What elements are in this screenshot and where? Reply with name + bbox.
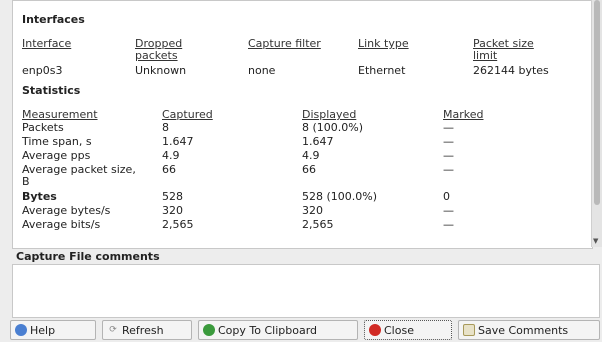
stat-marked: — bbox=[443, 218, 454, 231]
close-button-label: Close bbox=[384, 323, 414, 337]
copy-icon bbox=[203, 324, 215, 336]
copy-to-clipboard-button[interactable]: Copy To Clipboard bbox=[198, 320, 358, 340]
stat-displayed: 2,565 bbox=[302, 218, 334, 231]
stat-measurement: Packets bbox=[22, 121, 64, 134]
stat-measurement: Bytes bbox=[22, 190, 57, 203]
col-measurement: Measurement bbox=[22, 108, 98, 121]
statistics-heading: Statistics bbox=[22, 84, 81, 97]
stat-displayed: 8 (100.0%) bbox=[302, 121, 364, 134]
col-link-type: Link type bbox=[358, 37, 409, 50]
vertical-scrollbar[interactable]: ▼ bbox=[591, 0, 602, 247]
stat-measurement: Time span, s bbox=[22, 135, 92, 148]
capture-comments-textarea[interactable] bbox=[12, 264, 600, 318]
col-interface: Interface bbox=[22, 37, 72, 50]
stat-captured: 1.647 bbox=[162, 135, 194, 148]
stat-marked: — bbox=[443, 135, 454, 148]
iface-link: Ethernet bbox=[358, 64, 406, 77]
scroll-down-arrow-icon[interactable]: ▼ bbox=[593, 237, 598, 245]
refresh-icon: ⟳ bbox=[109, 325, 117, 335]
comments-label: Capture File comments bbox=[16, 250, 160, 263]
close-icon bbox=[369, 324, 381, 336]
iface-filter: none bbox=[248, 64, 276, 77]
stat-marked: 0 bbox=[443, 190, 450, 203]
refresh-button[interactable]: ⟳ Refresh bbox=[102, 320, 192, 340]
help-button-label: Help bbox=[30, 323, 56, 337]
col-captured: Captured bbox=[162, 108, 213, 121]
col-packet-size-limit: Packet size limit bbox=[473, 37, 534, 62]
scrollbar-thumb[interactable] bbox=[594, 0, 600, 205]
stat-measurement: Average pps bbox=[22, 149, 91, 162]
iface-dropped: Unknown bbox=[135, 64, 187, 77]
stat-displayed: 66 bbox=[302, 163, 316, 176]
stat-captured: 8 bbox=[162, 121, 169, 134]
stat-marked: — bbox=[443, 121, 454, 134]
col-capture-filter: Capture filter bbox=[248, 37, 321, 50]
stat-captured: 4.9 bbox=[162, 149, 180, 162]
stat-marked: — bbox=[443, 149, 454, 162]
stat-captured: 2,565 bbox=[162, 218, 194, 231]
iface-name: enp0s3 bbox=[22, 64, 63, 77]
stat-measurement: Average packet size, B bbox=[22, 163, 136, 188]
col-displayed: Displayed bbox=[302, 108, 357, 121]
help-button[interactable]: Help bbox=[10, 320, 96, 340]
col-dropped-packets: Dropped packets bbox=[135, 37, 183, 62]
iface-limit: 262144 bytes bbox=[473, 64, 549, 77]
stat-displayed: 4.9 bbox=[302, 149, 320, 162]
stat-captured: 528 bbox=[162, 190, 183, 203]
close-button[interactable]: Close bbox=[364, 320, 452, 340]
stat-marked: — bbox=[443, 163, 454, 176]
interfaces-heading: Interfaces bbox=[22, 13, 85, 26]
save-button-label: Save Comments bbox=[478, 323, 569, 337]
refresh-button-label: Refresh bbox=[122, 323, 164, 337]
stat-marked: — bbox=[443, 204, 454, 217]
stat-measurement: Average bytes/s bbox=[22, 204, 111, 217]
stat-displayed: 528 (100.0%) bbox=[302, 190, 378, 203]
col-marked: Marked bbox=[443, 108, 484, 121]
stat-captured: 320 bbox=[162, 204, 183, 217]
copy-button-label: Copy To Clipboard bbox=[218, 323, 318, 337]
stat-captured: 66 bbox=[162, 163, 176, 176]
stat-displayed: 1.647 bbox=[302, 135, 334, 148]
help-icon bbox=[15, 324, 27, 336]
stat-measurement: Average bits/s bbox=[22, 218, 101, 231]
capture-info-panel: Interfaces Interface Dropped packets Cap… bbox=[12, 0, 593, 249]
save-icon bbox=[463, 324, 475, 336]
stat-displayed: 320 bbox=[302, 204, 323, 217]
save-comments-button[interactable]: Save Comments bbox=[458, 320, 600, 340]
